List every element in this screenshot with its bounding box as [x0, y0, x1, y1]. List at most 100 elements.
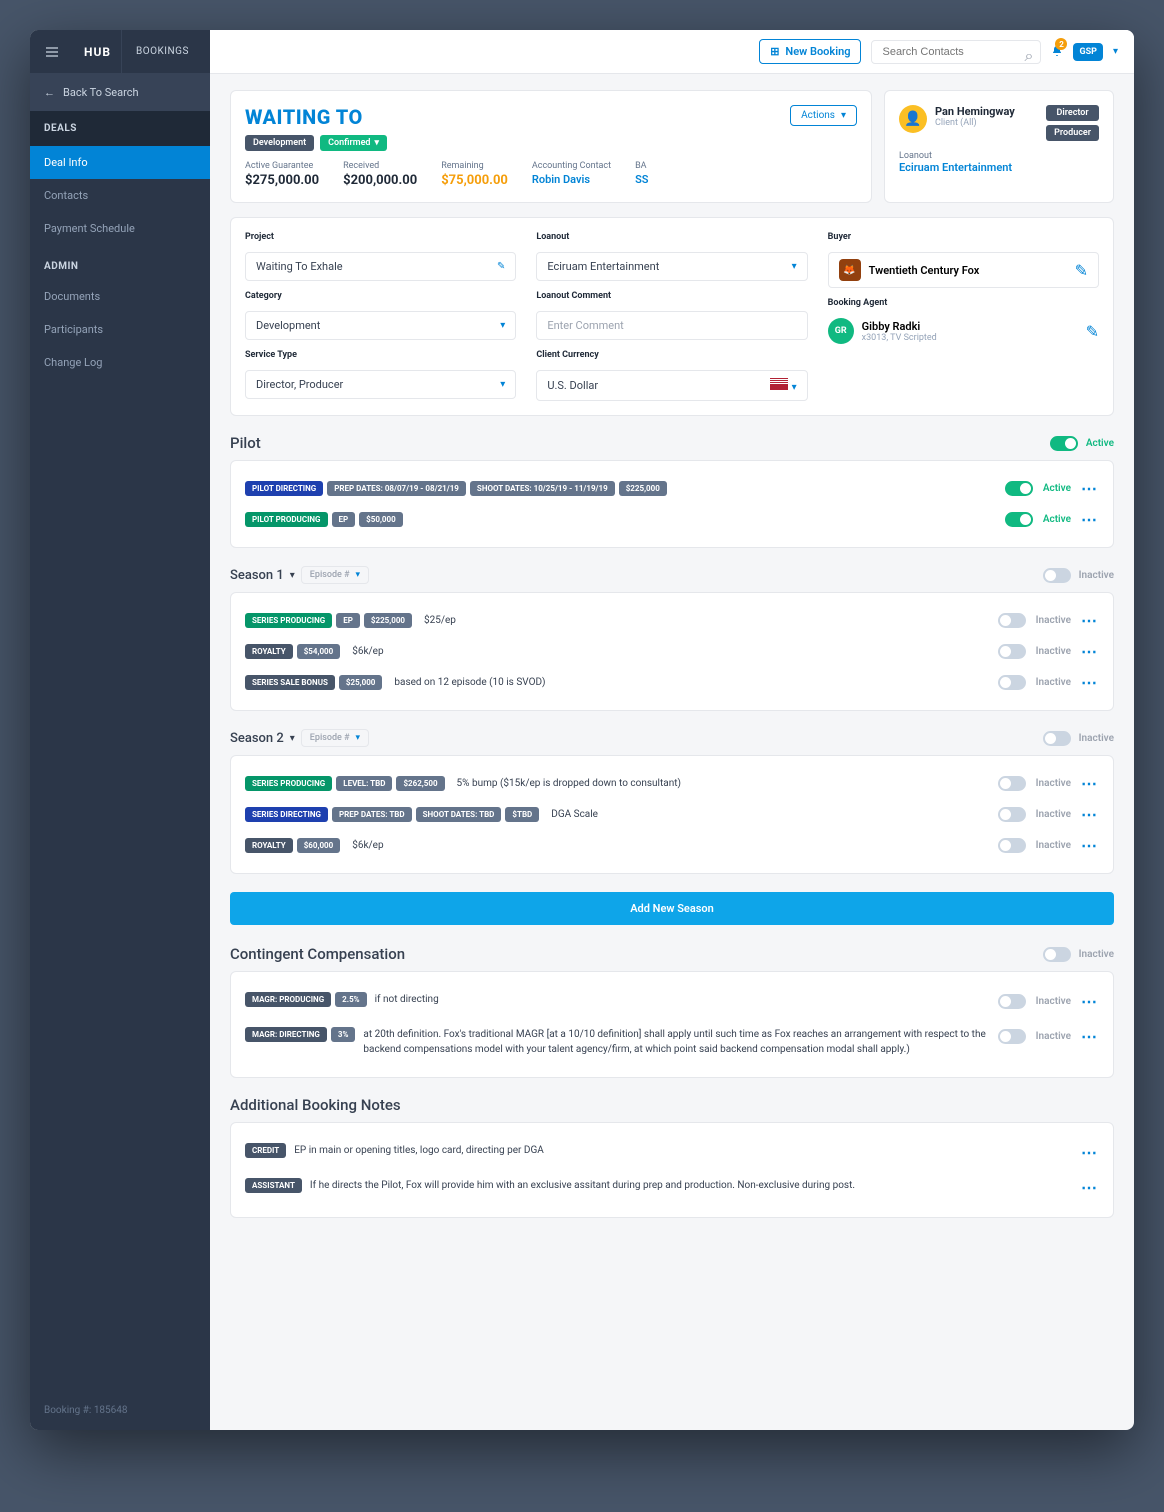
- pilot-status: Active: [1086, 438, 1114, 449]
- back-to-search[interactable]: ← Back To Search: [30, 74, 210, 111]
- sidebar-item-payment-schedule[interactable]: Payment Schedule: [30, 212, 210, 245]
- pill: $225,000: [364, 613, 412, 628]
- row-toggle[interactable]: [998, 644, 1026, 659]
- deal-summary-card: WAITING TO Development Confirmed▾ Action…: [230, 90, 872, 203]
- pill: EP: [336, 613, 360, 628]
- row-status: Inactive: [1036, 809, 1071, 820]
- add-new-season-button[interactable]: Add New Season: [230, 892, 1114, 925]
- new-booking-button[interactable]: ⊞ New Booking: [759, 39, 861, 64]
- chevron-down-icon: ▾: [792, 382, 797, 393]
- season1-status: Inactive: [1079, 570, 1114, 581]
- bookings-tab[interactable]: BOOKINGS: [121, 30, 203, 74]
- row-toggle[interactable]: [998, 994, 1026, 1009]
- notes-card: CREDITEP in main or opening titles, logo…: [230, 1122, 1114, 1218]
- line-note: EP in main or opening titles, logo card,…: [294, 1143, 1073, 1158]
- sidebar-item-participants[interactable]: Participants: [30, 313, 210, 346]
- season1-toggle[interactable]: [1043, 568, 1071, 583]
- actions-button[interactable]: Actions ▾: [790, 105, 857, 126]
- row-menu-icon[interactable]: ⋯: [1081, 1143, 1099, 1162]
- row-menu-icon[interactable]: ⋯: [1081, 673, 1099, 692]
- row-menu-icon[interactable]: ⋯: [1081, 479, 1099, 498]
- loanout-link[interactable]: Eciruam Entertainment: [899, 161, 1099, 174]
- accounting-contact-link[interactable]: Robin Davis: [532, 173, 611, 186]
- buyer-label: Buyer: [828, 232, 1099, 242]
- row-toggle[interactable]: [998, 776, 1026, 791]
- loanout-comment-label: Loanout Comment: [536, 291, 807, 301]
- row-toggle[interactable]: [1005, 481, 1033, 496]
- row-toggle[interactable]: [998, 613, 1026, 628]
- edit-icon[interactable]: ✎: [1075, 261, 1088, 280]
- row-toggle[interactable]: [998, 675, 1026, 690]
- ba-link[interactable]: SS: [635, 173, 648, 186]
- row-toggle[interactable]: [998, 807, 1026, 822]
- chevron-down-icon: ▾: [792, 261, 797, 272]
- pill: $60,000: [297, 838, 341, 853]
- loanout-comment-input[interactable]: Enter Comment: [536, 311, 807, 340]
- edit-icon[interactable]: ✎: [1086, 322, 1099, 341]
- line-note: based on 12 episode (10 is SVOD): [394, 677, 545, 688]
- row-menu-icon[interactable]: ⋯: [1081, 642, 1099, 661]
- row-toggle[interactable]: [1005, 512, 1033, 527]
- contingent-toggle[interactable]: [1043, 947, 1071, 962]
- row-menu-icon[interactable]: ⋯: [1081, 510, 1099, 529]
- row-menu-icon[interactable]: ⋯: [1081, 836, 1099, 855]
- search-input[interactable]: [871, 40, 1041, 64]
- chevron-down-icon: ▾: [356, 570, 361, 580]
- pill: MAGR: DIRECTING: [245, 1027, 327, 1042]
- service-select[interactable]: Director, Producer▾: [245, 370, 516, 399]
- sidebar-item-contacts[interactable]: Contacts: [30, 179, 210, 212]
- back-arrow-icon: ←: [44, 86, 55, 99]
- line-note: $25/ep: [424, 615, 456, 626]
- pill: SHOOT DATES: 10/25/19 - 11/19/19: [470, 481, 615, 496]
- loanout-select[interactable]: Eciruam Entertainment▾: [536, 252, 807, 281]
- currency-label: Client Currency: [536, 350, 807, 360]
- metric-label: Active Guarantee: [245, 161, 319, 171]
- details-card: Project Waiting To Exhale✎ Category Deve…: [230, 217, 1114, 416]
- sidebar-item-change-log[interactable]: Change Log: [30, 346, 210, 379]
- project-input[interactable]: Waiting To Exhale✎: [245, 252, 516, 281]
- row-toggle[interactable]: [998, 838, 1026, 853]
- agent-name: Gibby Radki: [862, 320, 937, 333]
- row-menu-icon[interactable]: ⋯: [1081, 992, 1099, 1011]
- pill: ROYALTY: [245, 838, 293, 853]
- pill: 3%: [331, 1027, 356, 1042]
- client-avatar: 👤: [899, 105, 927, 133]
- sidebar-item-deal-info[interactable]: Deal Info: [30, 146, 210, 179]
- chevron-down-icon[interactable]: ▾: [290, 570, 295, 581]
- season2-toggle[interactable]: [1043, 731, 1071, 746]
- row-menu-icon[interactable]: ⋯: [1081, 805, 1099, 824]
- pill: LEVEL: TBD: [336, 776, 392, 791]
- pill: ASSISTANT: [245, 1178, 302, 1193]
- row-menu-icon[interactable]: ⋯: [1081, 1178, 1099, 1197]
- project-label: Project: [245, 232, 516, 242]
- hamburger-menu[interactable]: [30, 44, 74, 60]
- pilot-toggle[interactable]: [1050, 436, 1078, 451]
- confirmed-tag[interactable]: Confirmed▾: [320, 135, 387, 151]
- user-chevron-icon[interactable]: ▾: [1113, 46, 1118, 57]
- pill: SERIES SALE BONUS: [245, 675, 335, 690]
- metric-label: Received: [343, 161, 417, 171]
- buyer-field[interactable]: 🦊 Twentieth Century Fox ✎: [828, 252, 1099, 288]
- agent-sub: x3013, TV Scripted: [862, 333, 937, 343]
- row-menu-icon[interactable]: ⋯: [1081, 1027, 1099, 1046]
- chevron-down-icon[interactable]: ▾: [290, 733, 295, 744]
- row-menu-icon[interactable]: ⋯: [1081, 774, 1099, 793]
- currency-select[interactable]: U.S. Dollar▾: [536, 370, 807, 401]
- line-note: if not directing: [375, 992, 990, 1007]
- row-status: Active: [1043, 483, 1071, 494]
- sidebar-item-documents[interactable]: Documents: [30, 280, 210, 313]
- back-label: Back To Search: [63, 86, 139, 99]
- row-status: Inactive: [1036, 996, 1071, 1007]
- notifications-button[interactable]: 2: [1051, 42, 1063, 61]
- row-status: Inactive: [1036, 778, 1071, 789]
- category-select[interactable]: Development▾: [245, 311, 516, 340]
- row-status: Inactive: [1036, 1031, 1071, 1042]
- episode-select[interactable]: Episode #▾: [301, 729, 369, 747]
- row-menu-icon[interactable]: ⋯: [1081, 611, 1099, 630]
- line-note: If he directs the Pilot, Fox will provid…: [310, 1178, 1073, 1193]
- pill: PILOT PRODUCING: [245, 512, 328, 527]
- episode-select[interactable]: Episode #▾: [301, 566, 369, 584]
- user-chip[interactable]: GSP: [1073, 43, 1102, 61]
- service-label: Service Type: [245, 350, 516, 360]
- row-toggle[interactable]: [998, 1029, 1026, 1044]
